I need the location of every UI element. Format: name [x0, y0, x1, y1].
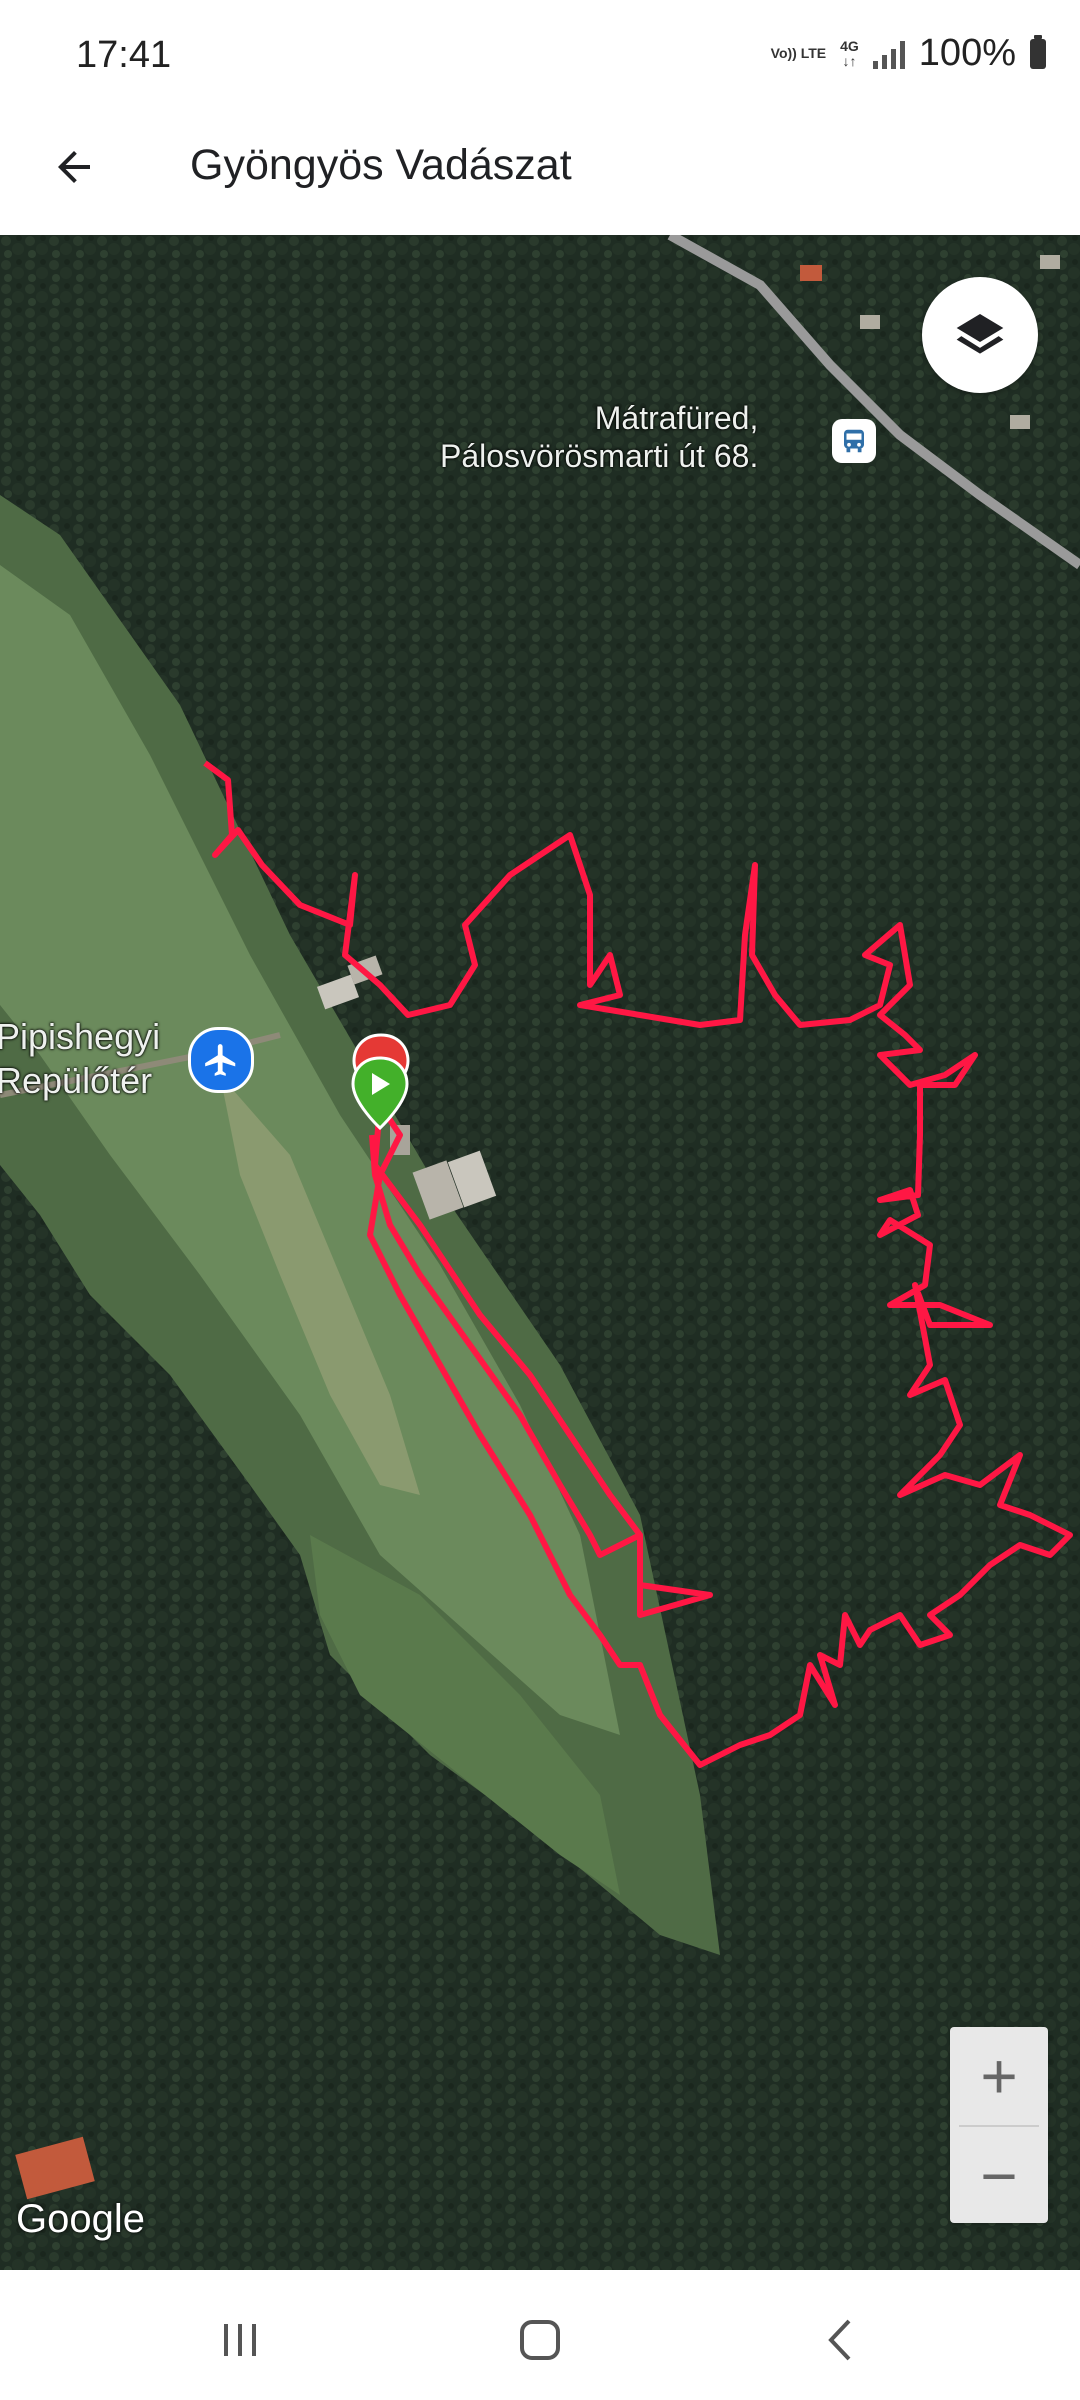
status-time: 17:41 — [76, 34, 172, 76]
layers-icon — [956, 314, 1004, 354]
system-nav-bar — [0, 2270, 1080, 2400]
page-title: Gyöngyös Vadászat — [190, 141, 572, 189]
zoom-out-button[interactable]: − — [950, 2127, 1048, 2225]
bus-glyph-icon — [844, 429, 864, 453]
satellite-map — [0, 235, 1080, 2270]
place-label-matrafured[interactable]: Mátrafüred, Pálosvörösmarti út 68. — [440, 399, 758, 475]
back-button[interactable] — [44, 137, 104, 197]
volte-indicator: Vo)) LTE — [770, 45, 827, 61]
place-label-airfield[interactable]: Pipishegyi Repülőtér — [0, 1015, 160, 1103]
nav-back-button[interactable] — [800, 2310, 880, 2370]
recents-button[interactable] — [200, 2310, 280, 2370]
zoom-controls: + − — [950, 2027, 1048, 2223]
4g-indicator: 4G ↓↑ — [840, 37, 859, 69]
status-bar: 17:41 Vo)) LTE 4G ↓↑ 100% — [0, 0, 1080, 115]
battery-icon — [1030, 34, 1046, 69]
layers-button[interactable] — [922, 277, 1038, 393]
bus-icon[interactable] — [832, 419, 876, 463]
start-marker-icon[interactable] — [345, 1053, 415, 1148]
home-icon — [520, 2320, 560, 2360]
signal-icon — [872, 39, 905, 69]
app-bar: Gyöngyös Vadászat — [0, 115, 1080, 235]
battery-percentage: 100% — [918, 32, 1016, 74]
arrow-left-icon — [58, 151, 90, 183]
google-attribution: Google — [16, 2197, 145, 2241]
airplane-icon — [205, 1044, 236, 1076]
recents-icon — [224, 2324, 256, 2356]
airport-icon[interactable] — [188, 1027, 254, 1093]
back-icon — [828, 2319, 851, 2361]
map-view[interactable]: Mátrafüred, Pálosvörösmarti út 68. Pipis… — [0, 235, 1080, 2270]
status-icons: Vo)) LTE 4G ↓↑ 100% — [771, 32, 1046, 75]
home-button[interactable] — [500, 2310, 580, 2370]
zoom-in-button[interactable]: + — [950, 2027, 1048, 2125]
